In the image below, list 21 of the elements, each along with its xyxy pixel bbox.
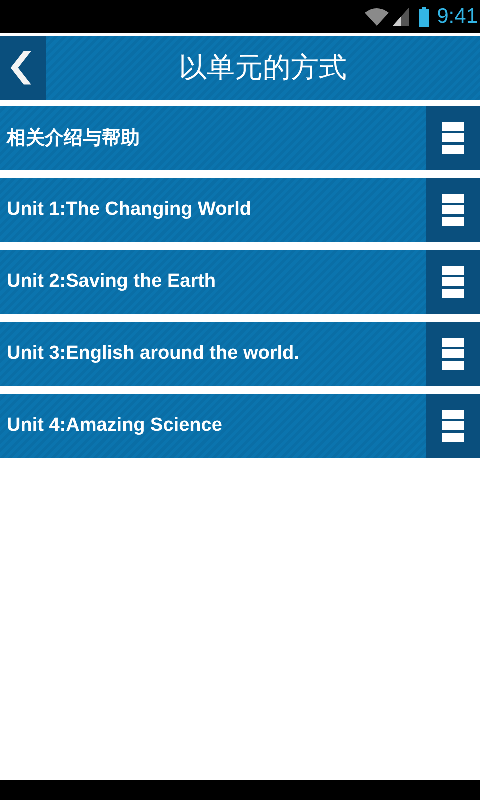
list-item[interactable]: Unit 2:Saving the Earth — [0, 250, 426, 314]
list-item[interactable]: 相关介绍与帮助 — [0, 106, 426, 170]
list-item[interactable]: Unit 4:Amazing Science — [0, 394, 426, 458]
menu-icon — [442, 122, 464, 154]
list-item[interactable]: Unit 1:The Changing World — [0, 178, 426, 242]
menu-icon — [442, 338, 464, 370]
wifi-icon — [365, 8, 390, 26]
back-button[interactable] — [0, 36, 46, 100]
signal-icon — [393, 8, 410, 26]
page-title: 以单元的方式 — [178, 50, 348, 86]
menu-button[interactable] — [426, 178, 480, 242]
menu-button[interactable] — [426, 394, 480, 458]
list-item[interactable]: Unit 3:English around the world. — [0, 322, 426, 386]
menu-icon — [442, 266, 464, 298]
battery-icon — [419, 6, 430, 26]
menu-icon — [442, 410, 464, 442]
menu-icon — [442, 194, 464, 226]
menu-button[interactable] — [426, 250, 480, 314]
menu-button[interactable] — [426, 322, 480, 386]
status-time: 9:41 — [437, 4, 478, 28]
menu-button[interactable] — [426, 106, 480, 170]
